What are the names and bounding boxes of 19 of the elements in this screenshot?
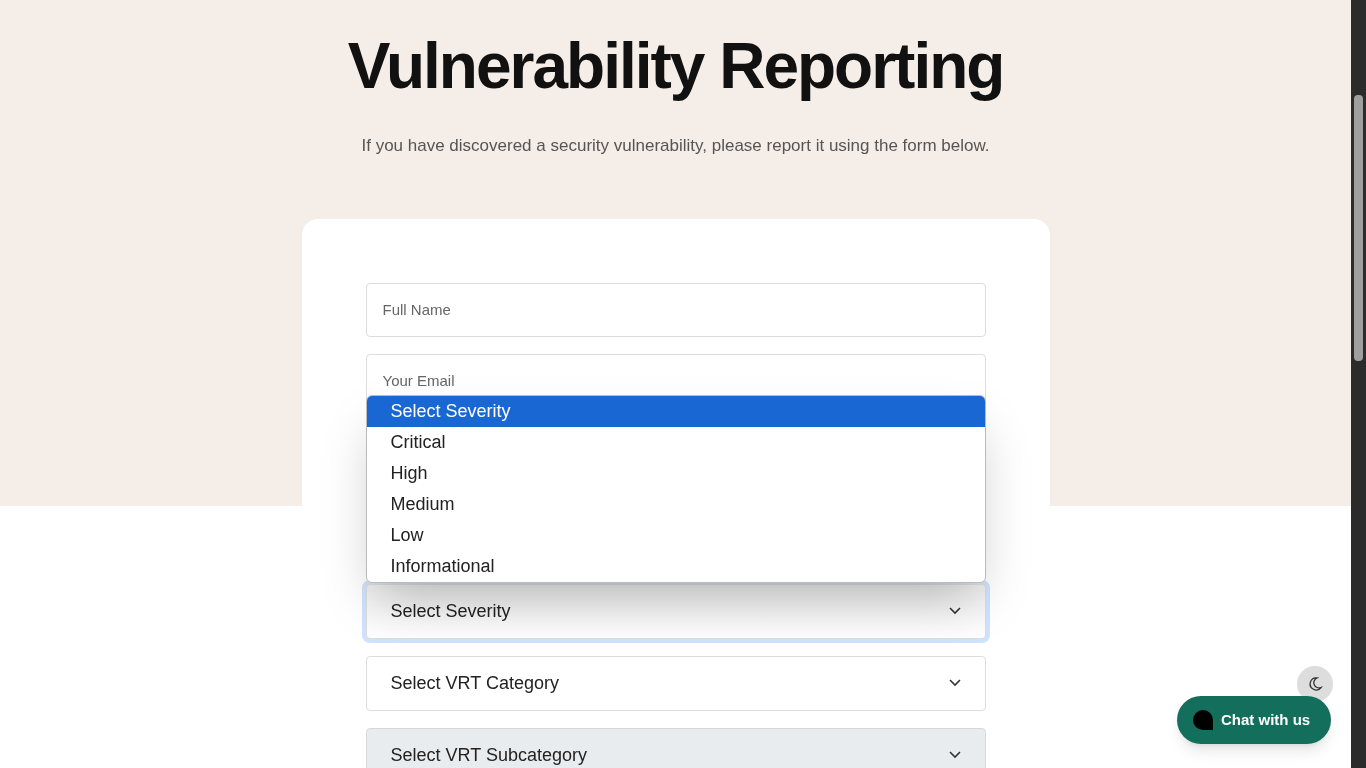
dropdown-option[interactable]: High [366, 457, 985, 489]
dropdown-option[interactable]: Critical [366, 426, 985, 458]
dropdown-option[interactable]: Informational [366, 550, 985, 582]
scrollbar[interactable] [1351, 0, 1366, 768]
chat-button[interactable]: Chat with us [1177, 696, 1331, 744]
page-title: Vulnerability Reporting [347, 30, 1004, 102]
theme-toggle-button[interactable] [1297, 666, 1333, 702]
dropdown-option[interactable]: Select Severity [366, 395, 985, 427]
page-subtitle: If you have discovered a security vulnerability, please report it using the form below. [361, 135, 990, 157]
chevron-down-icon [948, 679, 961, 687]
input-field[interactable]: Full Name [365, 282, 986, 337]
chevron-down-icon [948, 751, 961, 759]
select-dropdown[interactable]: Select VRT Category [365, 655, 986, 711]
chat-bubble-icon [1193, 710, 1213, 730]
chevron-down-icon [948, 607, 961, 615]
dropdown-option[interactable]: Low [366, 519, 985, 551]
moon-icon [1307, 676, 1323, 692]
dropdown-option[interactable]: Medium [366, 488, 985, 520]
select-dropdown[interactable]: Select Severity [365, 583, 986, 639]
